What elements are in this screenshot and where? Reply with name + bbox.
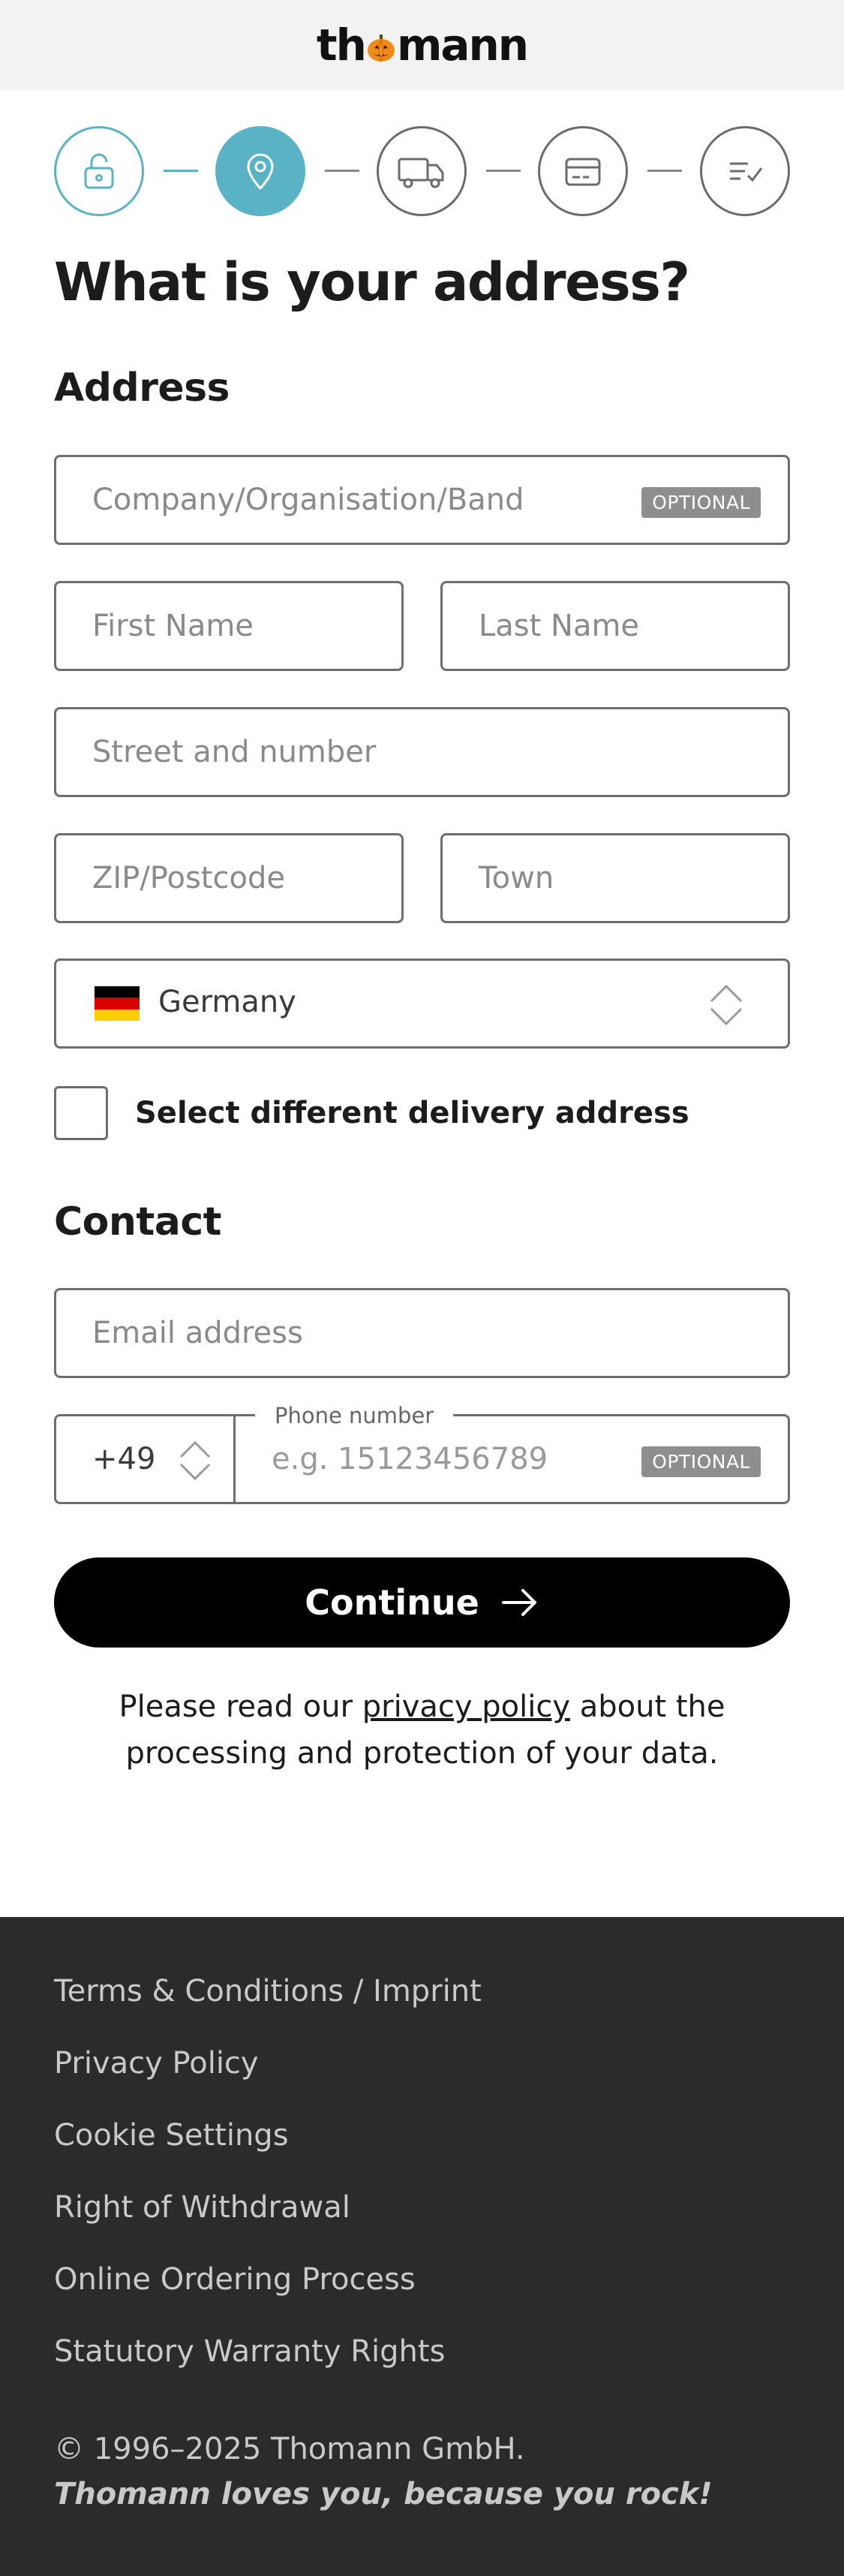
germany-flag-icon	[95, 986, 140, 1021]
different-delivery-checkbox[interactable]	[54, 1086, 108, 1140]
truck-icon	[398, 158, 444, 188]
town-field[interactable]	[440, 833, 790, 923]
pumpkin-icon	[367, 35, 395, 62]
privacy-text-before: Please read our	[119, 1690, 362, 1724]
privacy-note: Please read our privacy policy about the…	[54, 1684, 790, 1777]
footer-link-ordering[interactable]: Online Ordering Process	[54, 2262, 416, 2297]
copyright-text: © 1996–2025 Thomann GmbH.	[54, 2432, 525, 2466]
select-updown-icon	[179, 1440, 211, 1481]
last-name-input[interactable]	[443, 609, 788, 643]
stepper-connector	[325, 170, 359, 172]
footer-link-warranty[interactable]: Statutory Warranty Rights	[54, 2334, 445, 2369]
select-updown-icon	[710, 984, 743, 1026]
different-delivery-row[interactable]: Select different delivery address	[54, 1086, 689, 1140]
address-heading: Address	[54, 366, 230, 411]
footer-link-withdrawal[interactable]: Right of Withdrawal	[54, 2190, 350, 2225]
stepper-connector	[164, 170, 198, 172]
step-payment[interactable]	[538, 126, 628, 216]
phone-code-value: +49	[92, 1442, 156, 1476]
thomann-logo[interactable]: th mann	[316, 20, 529, 71]
privacy-policy-link[interactable]: privacy policy	[362, 1690, 570, 1724]
email-field[interactable]	[54, 1288, 790, 1378]
phone-field-group: +49 Phone number OPTIONAL	[54, 1403, 790, 1504]
stepper-connector	[647, 170, 682, 172]
footer: Terms & Conditions / Imprint Privacy Pol…	[0, 1917, 844, 2576]
page-title: What is your address?	[54, 251, 690, 313]
checkout-stepper	[54, 126, 790, 216]
first-name-field[interactable]	[54, 581, 404, 671]
credit-card-icon	[565, 158, 601, 186]
continue-button[interactable]: Continue	[54, 1557, 790, 1648]
first-name-input[interactable]	[56, 609, 401, 643]
stepper-connector	[486, 170, 521, 172]
footer-link-terms[interactable]: Terms & Conditions / Imprint	[54, 1974, 482, 2009]
town-input[interactable]	[443, 861, 788, 895]
logo-text-start: th	[316, 20, 367, 71]
country-select[interactable]: Germany	[54, 958, 790, 1049]
optional-badge: OPTIONAL	[641, 1446, 761, 1477]
zip-input[interactable]	[56, 861, 401, 895]
location-pin-icon	[247, 153, 274, 191]
step-address[interactable]	[215, 126, 305, 216]
last-name-field[interactable]	[440, 581, 790, 671]
email-input[interactable]	[56, 1316, 788, 1350]
arrow-right-icon	[501, 1589, 536, 1616]
street-input[interactable]	[56, 735, 788, 769]
contact-heading: Contact	[54, 1199, 222, 1244]
header-bar: th mann	[0, 0, 844, 90]
zip-field[interactable]	[54, 833, 404, 923]
step-login[interactable]	[54, 126, 144, 216]
tagline-text: Thomann loves you, because you rock!	[54, 2477, 713, 2511]
logo-text-end: mann	[396, 20, 529, 71]
country-value: Germany	[158, 985, 296, 1019]
footer-link-cookies[interactable]: Cookie Settings	[54, 2118, 289, 2153]
footer-link-privacy[interactable]: Privacy Policy	[54, 2046, 259, 2081]
continue-label: Continue	[305, 1582, 479, 1623]
street-field[interactable]	[54, 707, 790, 797]
different-delivery-label[interactable]: Select different delivery address	[135, 1096, 689, 1130]
unlock-icon	[84, 153, 114, 189]
phone-country-code-select[interactable]: +49	[54, 1414, 236, 1504]
company-field[interactable]: OPTIONAL	[54, 455, 790, 545]
step-review[interactable]	[700, 126, 790, 216]
step-shipping[interactable]	[377, 126, 467, 216]
optional-badge: OPTIONAL	[641, 487, 761, 518]
checklist-icon	[730, 162, 763, 182]
phone-number-field[interactable]: Phone number OPTIONAL	[233, 1403, 790, 1504]
phone-number-label: Phone number	[255, 1403, 454, 1428]
